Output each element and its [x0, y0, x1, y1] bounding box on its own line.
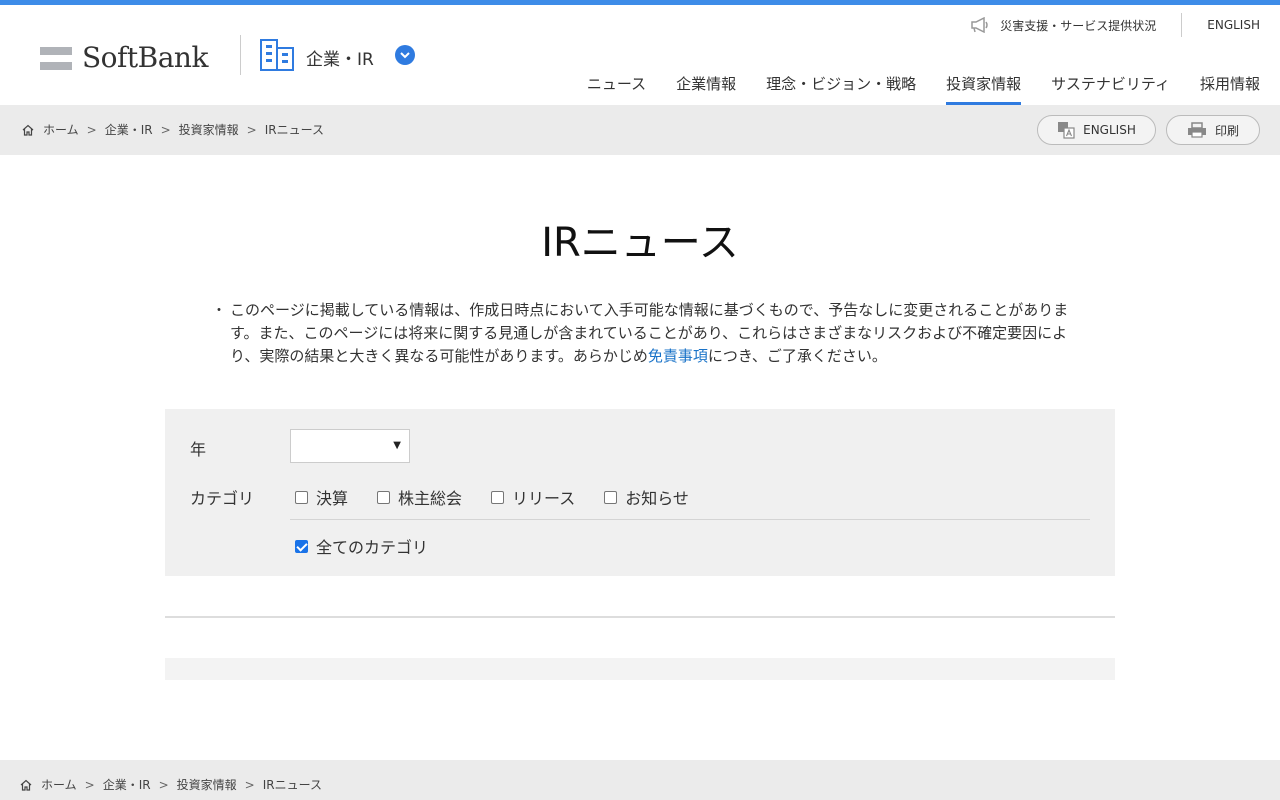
- disclaimer-link[interactable]: 免責事項: [648, 347, 708, 365]
- nav-investors[interactable]: 投資家情報: [946, 73, 1022, 105]
- printer-icon: [1187, 122, 1206, 138]
- footer-breadcrumb-investors[interactable]: 投資家情報: [177, 776, 237, 793]
- section-menu-toggle[interactable]: [395, 45, 415, 65]
- results-divider: [165, 616, 1115, 618]
- category-kessan-label: 決算: [316, 489, 349, 508]
- building-icon: [260, 39, 294, 71]
- checkbox-box[interactable]: [295, 490, 308, 504]
- disclaimer-notice: このページに掲載している情報は、作成日時点において入手可能な情報に基づくもので、…: [230, 299, 1090, 368]
- nav-sustainability[interactable]: サステナビリティ: [1051, 73, 1170, 105]
- all-categories-checkbox[interactable]: 全てのカテゴリ: [295, 534, 428, 558]
- print-button-label: 印刷: [1214, 123, 1239, 138]
- english-site-link[interactable]: ENGLISH: [1207, 18, 1260, 32]
- footer-breadcrumb-home[interactable]: ホーム: [41, 776, 77, 793]
- footer-breadcrumb-corporate-ir[interactable]: 企業・IR: [103, 776, 151, 793]
- category-label: カテゴリ: [190, 489, 255, 508]
- breadcrumb-corporate-ir[interactable]: 企業・IR: [105, 121, 153, 138]
- main-nav: ニュース 企業情報 理念・ビジョン・戦略 投資家情報 サステナビリティ 採用情報: [557, 73, 1260, 105]
- notice-bullet: ・: [212, 303, 226, 319]
- category-kessan-checkbox[interactable]: 決算: [295, 485, 348, 509]
- breadcrumb-investors[interactable]: 投資家情報: [179, 121, 239, 138]
- logo-mark-icon: [40, 45, 72, 71]
- filter-divider: [290, 519, 1090, 520]
- breadcrumb-home[interactable]: ホーム: [43, 121, 79, 138]
- checkbox-box-checked[interactable]: [295, 539, 308, 553]
- year-label: 年: [190, 440, 207, 459]
- category-notice-label: お知らせ: [625, 489, 689, 508]
- util-divider: [1181, 13, 1183, 37]
- page-title: IRニュース: [541, 220, 739, 266]
- category-release-label: リリース: [512, 489, 576, 508]
- softbank-logo[interactable]: SoftBank: [40, 41, 208, 74]
- notice-text-end: につき、ご了承ください。: [707, 347, 887, 365]
- home-icon: [22, 124, 34, 136]
- category-notice-checkbox[interactable]: お知らせ: [604, 485, 689, 509]
- dropdown-arrow-icon: ▼: [393, 440, 401, 451]
- breadcrumb: ホーム > 企業・IR > 投資家情報 > IRニュース: [22, 121, 324, 138]
- filter-panel: 年 ▼ カテゴリ 決算 株主総会 リリース お知らせ 全てのカテゴリ: [165, 409, 1115, 576]
- translate-icon: [1058, 122, 1075, 139]
- nav-corporate[interactable]: 企業情報: [676, 73, 736, 105]
- checkbox-box[interactable]: [377, 490, 391, 504]
- breadcrumb-separator: >: [158, 777, 169, 792]
- breadcrumb-separator: >: [244, 777, 255, 792]
- home-icon: [20, 779, 32, 791]
- site-header: SoftBank 企業・IR 災害支援・サービス提供状況 ENGLISH ニュー…: [0, 5, 1280, 105]
- nav-vision[interactable]: 理念・ビジョン・戦略: [766, 73, 916, 105]
- year-select[interactable]: ▼: [290, 429, 410, 463]
- breadcrumb-band: ホーム > 企業・IR > 投資家情報 > IRニュース ENGLISH 印刷: [0, 105, 1280, 155]
- print-button[interactable]: 印刷: [1166, 115, 1260, 145]
- breadcrumb-separator: >: [84, 777, 95, 792]
- english-site-label: ENGLISH: [1207, 18, 1260, 32]
- disaster-support-label: 災害支援・サービス提供状況: [1000, 18, 1157, 33]
- chevron-down-icon: [400, 51, 410, 58]
- nav-news[interactable]: ニュース: [587, 73, 646, 105]
- utility-links: 災害支援・サービス提供状況 ENGLISH: [970, 13, 1260, 37]
- category-agm-checkbox[interactable]: 株主総会: [377, 485, 462, 509]
- breadcrumb-separator: >: [246, 122, 257, 137]
- english-button[interactable]: ENGLISH: [1037, 115, 1156, 145]
- breadcrumb-current: IRニュース: [264, 123, 325, 137]
- all-categories-label: 全てのカテゴリ: [316, 538, 429, 557]
- checkbox-box[interactable]: [604, 490, 618, 504]
- category-release-checkbox[interactable]: リリース: [491, 485, 575, 509]
- megaphone-icon: [971, 17, 988, 33]
- breadcrumb-separator: >: [86, 122, 97, 137]
- results-list: [165, 658, 1115, 680]
- all-categories-row: 全てのカテゴリ: [295, 534, 457, 558]
- footer-breadcrumb: ホーム > 企業・IR > 投資家情報 > IRニュース: [20, 776, 322, 793]
- logo-text: SoftBank: [82, 41, 208, 74]
- section-title[interactable]: 企業・IR: [306, 45, 374, 70]
- disaster-support-link[interactable]: 災害支援・サービス提供状況: [970, 17, 1156, 34]
- footer-breadcrumb-band: ホーム > 企業・IR > 投資家情報 > IRニュース: [0, 760, 1280, 800]
- footer-breadcrumb-current: IRニュース: [262, 778, 323, 792]
- english-button-label: ENGLISH: [1083, 123, 1136, 137]
- header-divider: [240, 35, 241, 75]
- checkbox-box[interactable]: [491, 490, 505, 504]
- category-agm-label: 株主総会: [398, 489, 463, 508]
- breadcrumb-separator: >: [160, 122, 171, 137]
- nav-careers[interactable]: 採用情報: [1200, 73, 1260, 105]
- category-checkboxes: 決算 株主総会 リリース お知らせ: [295, 485, 718, 509]
